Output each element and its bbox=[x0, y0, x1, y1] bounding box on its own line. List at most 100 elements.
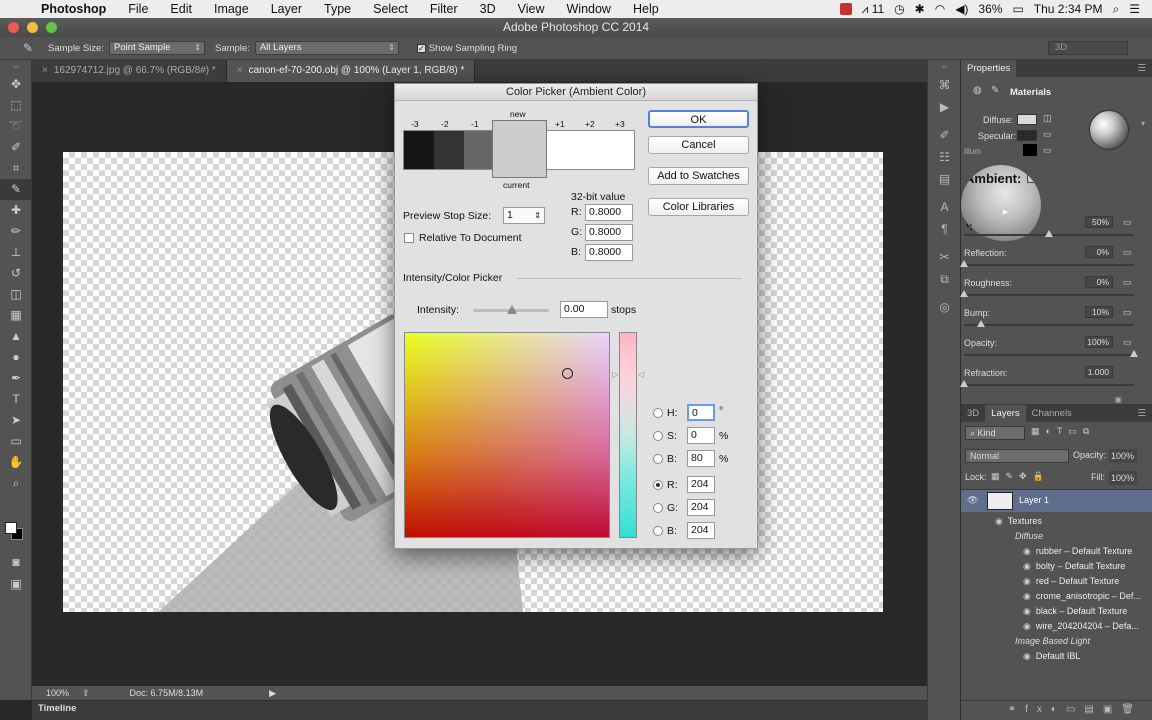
history-brush-tool-icon[interactable]: ↺ bbox=[0, 263, 32, 284]
opacity-slider-knob[interactable] bbox=[1130, 350, 1138, 357]
hue-slider-left-arrow[interactable]: ▷ bbox=[612, 370, 618, 379]
close-tab-icon[interactable]: × bbox=[237, 65, 243, 76]
menu-photoshop[interactable]: Photoshop bbox=[30, 2, 117, 16]
eye-icon[interactable]: ◉ bbox=[1023, 606, 1031, 616]
hand-tool-icon[interactable]: ✋ bbox=[0, 452, 32, 473]
gradient-tool-icon[interactable]: ▦ bbox=[0, 305, 32, 326]
dodge-tool-icon[interactable]: ● bbox=[0, 347, 32, 368]
layer-fill-field[interactable]: 100% bbox=[1109, 471, 1137, 485]
b-radio[interactable] bbox=[653, 454, 663, 464]
workspace-switcher[interactable]: 3D bbox=[1048, 41, 1128, 55]
materials-brush-icon[interactable]: ✎ bbox=[991, 85, 999, 96]
toolbar-grip[interactable]: » bbox=[0, 60, 32, 74]
close-window-icon[interactable] bbox=[8, 22, 19, 33]
spotlight-icon[interactable]: ⌕ bbox=[1113, 2, 1120, 17]
layers-footer-icons[interactable]: ⚭fx◐▭▤▣🗑 bbox=[961, 700, 1152, 720]
stop-swatch-minus3[interactable] bbox=[404, 131, 434, 169]
layer-comps-panel-icon[interactable]: ▤ bbox=[928, 168, 961, 190]
diffuse-swatch[interactable] bbox=[1017, 114, 1037, 125]
stop-swatch-minus2[interactable] bbox=[434, 131, 464, 169]
material-picker-arrow-icon[interactable]: ▾ bbox=[1141, 119, 1145, 128]
tab-document-1[interactable]: × 162974712.jpg @ 66.7% (RGB/8#) * bbox=[32, 60, 227, 82]
notification-center-icon[interactable]: ☰ bbox=[1129, 2, 1140, 16]
strip-grip[interactable]: « bbox=[928, 60, 961, 74]
ambient-swatch[interactable] bbox=[1027, 171, 1038, 183]
volume-icon[interactable]: ◀) bbox=[955, 2, 968, 16]
eye-icon[interactable]: ◉ bbox=[1023, 546, 1031, 556]
layer-filter-kind-select[interactable]: ⌕ Kind bbox=[965, 426, 1025, 440]
reflection-value[interactable]: 0% bbox=[1085, 246, 1113, 258]
zoom-tool-icon[interactable]: ⌕ bbox=[0, 473, 32, 494]
sample-select[interactable]: All Layers bbox=[254, 41, 399, 55]
bump-slider-track[interactable] bbox=[964, 324, 1134, 326]
menu-window[interactable]: Window bbox=[556, 2, 622, 16]
history-panel-icon[interactable]: ⌘ bbox=[928, 74, 961, 96]
actions-panel-icon[interactable]: ▶ bbox=[928, 96, 961, 118]
menu-layer[interactable]: Layer bbox=[260, 2, 313, 16]
menu-help[interactable]: Help bbox=[622, 2, 670, 16]
eyedropper-tool-icon[interactable]: ✎ bbox=[0, 179, 32, 200]
clone-source-panel-icon[interactable]: ⧉ bbox=[928, 268, 961, 290]
bit-g-field[interactable]: 0.8000 bbox=[585, 224, 633, 241]
eraser-tool-icon[interactable]: ◫ bbox=[0, 284, 32, 305]
tab-layers[interactable]: Layers bbox=[985, 405, 1026, 422]
layer-row-layer-1[interactable]: 👁 Layer 1 bbox=[961, 490, 1152, 512]
tab-document-2[interactable]: × canon-ef-70-200.obj @ 100% (Layer 1, RG… bbox=[226, 60, 476, 82]
shine-folder-icon[interactable]: ▭ bbox=[1123, 217, 1132, 228]
add-to-swatches-button[interactable]: Add to Swatches bbox=[648, 167, 749, 185]
quick-mask-icon[interactable]: ◙ bbox=[0, 552, 32, 573]
hue-slider[interactable] bbox=[619, 332, 637, 538]
tab-channels[interactable]: Channels bbox=[1026, 405, 1078, 422]
texture-row[interactable]: ◉ black – Default Texture bbox=[961, 604, 1152, 619]
eyedropper-tool-preset-icon[interactable]: ✎ bbox=[18, 41, 38, 55]
r-field[interactable]: 204 bbox=[687, 476, 715, 493]
relative-to-document-checkbox[interactable] bbox=[404, 233, 414, 243]
texture-row[interactable]: ◉ wire_204204204 – Defa... bbox=[961, 619, 1152, 634]
crop-tool-icon[interactable]: ⌗ bbox=[0, 158, 32, 179]
wifi-icon[interactable]: ◠ bbox=[935, 2, 945, 16]
lasso-tool-icon[interactable]: ➰ bbox=[0, 116, 32, 137]
menu-edit[interactable]: Edit bbox=[159, 2, 203, 16]
blue-field[interactable]: 204 bbox=[687, 522, 715, 539]
3d-panel-icon[interactable]: ◎ bbox=[928, 296, 961, 318]
zoom-window-icon[interactable] bbox=[46, 22, 57, 33]
rectangle-tool-icon[interactable]: ▭ bbox=[0, 431, 32, 452]
blur-tool-icon[interactable]: ▲ bbox=[0, 326, 32, 347]
g-radio[interactable] bbox=[653, 503, 663, 513]
character-panel-icon[interactable]: A bbox=[928, 196, 961, 218]
panel-menu-icon[interactable]: ☰ bbox=[1137, 60, 1152, 77]
opacity-folder-icon[interactable]: ▭ bbox=[1123, 337, 1132, 348]
diffuse-texture-menu-icon[interactable]: ◫ bbox=[1043, 113, 1052, 124]
bump-slider-knob[interactable] bbox=[977, 320, 985, 327]
g-field[interactable]: 204 bbox=[687, 499, 715, 516]
roughness-value[interactable]: 0% bbox=[1085, 276, 1113, 288]
shine-value[interactable]: 50% bbox=[1085, 216, 1113, 228]
time-machine-icon[interactable]: ◷ bbox=[894, 2, 904, 16]
ok-button[interactable]: OK bbox=[648, 110, 749, 128]
menu-file[interactable]: File bbox=[117, 2, 159, 16]
s-field[interactable]: 0 bbox=[687, 427, 715, 444]
tab-properties[interactable]: Properties bbox=[961, 60, 1017, 77]
reflection-slider-track[interactable] bbox=[964, 264, 1134, 266]
properties-3d-icon[interactable]: ◍ bbox=[973, 85, 982, 96]
foreground-color-swatch[interactable] bbox=[5, 522, 17, 534]
intensity-field[interactable]: 0.00 bbox=[560, 301, 608, 318]
battery-percent[interactable]: 36% bbox=[978, 2, 1002, 16]
refraction-value[interactable]: 1.000 bbox=[1085, 366, 1113, 378]
quick-selection-tool-icon[interactable]: ✐ bbox=[0, 137, 32, 158]
eye-icon[interactable]: ◉ bbox=[1023, 576, 1031, 586]
h-radio[interactable] bbox=[653, 408, 663, 418]
bump-folder-icon[interactable]: ▭ bbox=[1123, 307, 1132, 318]
status-red-icon[interactable] bbox=[839, 3, 852, 15]
textures-row[interactable]: ◉ Textures bbox=[961, 514, 1152, 529]
b-field[interactable]: 80 bbox=[687, 450, 715, 467]
menu-select[interactable]: Select bbox=[362, 2, 419, 16]
bluetooth-icon[interactable]: ✱ bbox=[915, 2, 925, 16]
texture-row[interactable]: ◉ rubber – Default Texture bbox=[961, 544, 1152, 559]
layers-panel-menu-icon[interactable]: ☰ bbox=[1137, 405, 1152, 422]
eye-icon[interactable]: ◉ bbox=[995, 516, 1003, 526]
blend-mode-select[interactable]: Normal bbox=[965, 449, 1069, 463]
illumination-folder-icon[interactable]: ▭ bbox=[1043, 145, 1052, 156]
intensity-slider-knob[interactable] bbox=[507, 305, 517, 314]
clock[interactable]: Thu 2:34 PM bbox=[1034, 2, 1103, 16]
